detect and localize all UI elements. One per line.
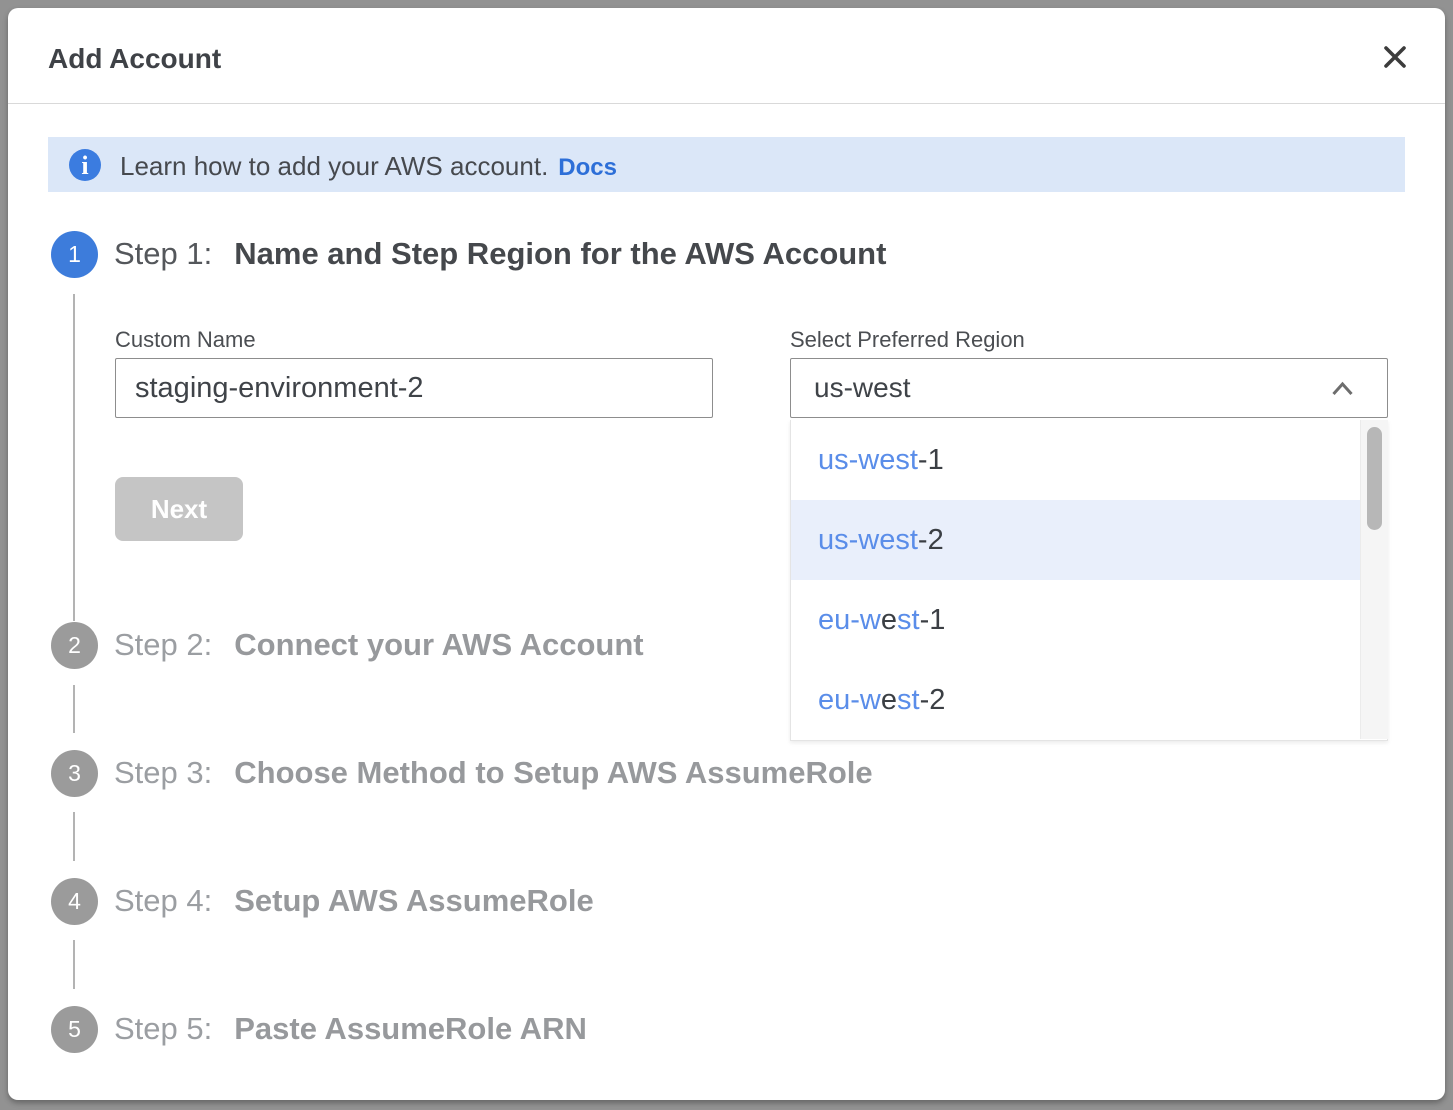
svg-text:i: i (81, 151, 88, 180)
